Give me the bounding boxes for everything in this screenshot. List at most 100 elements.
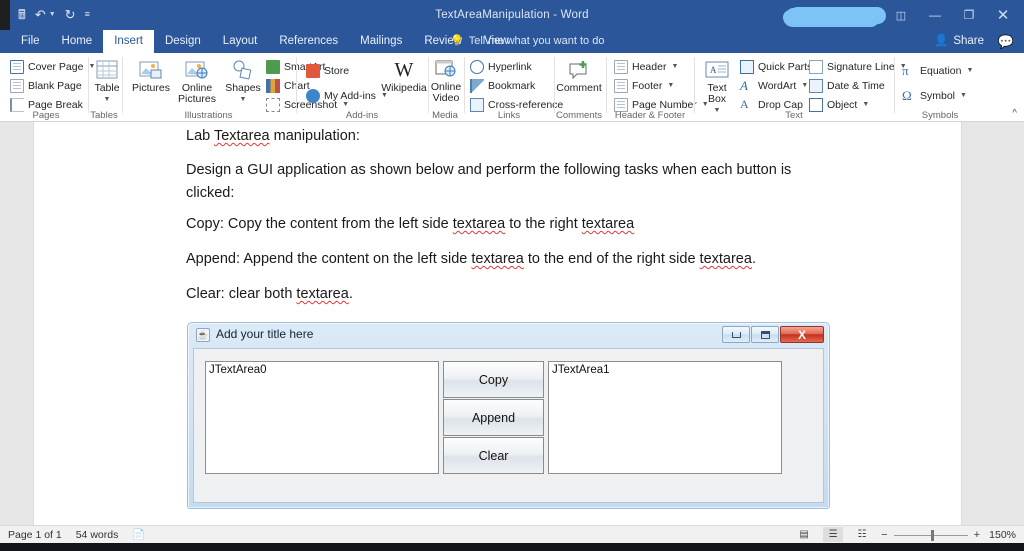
- shapes-icon: [231, 57, 255, 83]
- tab-home[interactable]: Home: [51, 30, 104, 53]
- signature-line-label: Signature Line: [827, 61, 895, 73]
- cover-page-label: Cover Page: [28, 61, 83, 73]
- group-separator: [606, 57, 607, 113]
- p5-c: .: [349, 286, 353, 302]
- tab-design[interactable]: Design: [154, 30, 212, 53]
- ribbon-group-label-addins: Add-ins: [300, 110, 424, 121]
- copy-button[interactable]: Copy: [443, 361, 544, 398]
- word-application-window: 🖩 ↶ ▼ ↻ ≡ TextAreaManipulation - Word ◫ …: [0, 0, 1024, 551]
- wikipedia-button[interactable]: W Wikipedia: [384, 57, 424, 94]
- tab-insert[interactable]: Insert: [103, 30, 154, 53]
- proofing-errors-icon[interactable]: 📄: [132, 528, 145, 541]
- pictures-icon: [139, 57, 163, 83]
- zoom-slider-thumb[interactable]: [931, 530, 934, 541]
- java-swing-window-image[interactable]: ☕ Add your title here X JTextArea0 Copy …: [187, 322, 830, 509]
- minimize-icon: [732, 332, 741, 338]
- view-read-mode-button[interactable]: ▤: [794, 527, 814, 542]
- page-indicator[interactable]: Page 1 of 1: [8, 529, 62, 541]
- bookmark-button[interactable]: Bookmark: [470, 77, 535, 94]
- tab-file[interactable]: File: [10, 30, 51, 53]
- windows-taskbar: [0, 543, 1024, 551]
- java-minimize-button[interactable]: [722, 326, 750, 343]
- my-addins-button[interactable]: My Add-ins ▼: [306, 87, 388, 104]
- signature-line-button[interactable]: Signature Line ▼: [809, 58, 907, 75]
- symbol-button[interactable]: Ω Symbol ▼: [902, 87, 967, 104]
- svg-text:A: A: [710, 65, 717, 75]
- header-icon: [614, 60, 628, 74]
- share-label: Share: [953, 30, 984, 53]
- header-button[interactable]: Header ▼: [614, 58, 678, 75]
- hyperlink-button[interactable]: Hyperlink: [470, 58, 532, 75]
- online-video-icon: [434, 56, 458, 82]
- group-separator: [554, 57, 555, 113]
- online-pictures-button[interactable]: Online Pictures: [174, 57, 220, 105]
- word-count[interactable]: 54 words: [76, 529, 119, 541]
- zoom-in-button[interactable]: +: [974, 529, 980, 541]
- close-button[interactable]: ✕: [986, 0, 1020, 30]
- view-print-layout-button[interactable]: ☰: [823, 527, 843, 542]
- comment-balloon-icon[interactable]: 💬: [998, 34, 1014, 50]
- p4-sp1: textarea: [471, 251, 523, 267]
- group-separator: [894, 57, 895, 113]
- tab-references[interactable]: References: [268, 30, 349, 53]
- store-button[interactable]: Store: [306, 62, 349, 79]
- comment-button[interactable]: Comment: [556, 57, 602, 94]
- paragraph-lab-title: Lab Textarea manipulation:: [186, 125, 826, 148]
- document-page[interactable]: Lab Textarea manipulation: Design a GUI …: [33, 122, 962, 525]
- comment-label: Comment: [556, 83, 602, 94]
- shapes-button[interactable]: Shapes ▼: [220, 57, 266, 105]
- clear-button[interactable]: Clear: [443, 437, 544, 474]
- p3-sp1: textarea: [453, 216, 505, 232]
- pictures-button[interactable]: Pictures: [128, 57, 174, 94]
- ribbon-group-tables: Table ▼ Tables: [90, 53, 118, 122]
- tab-mailings[interactable]: Mailings: [349, 30, 413, 53]
- page-number-label: Page Number: [632, 99, 697, 111]
- java-maximize-button[interactable]: [751, 326, 779, 343]
- wordart-label: WordArt: [758, 80, 796, 92]
- append-button[interactable]: Append: [443, 399, 544, 436]
- online-video-button[interactable]: Online Video: [423, 56, 469, 104]
- collapse-ribbon-icon[interactable]: ^: [1012, 108, 1017, 119]
- view-web-layout-button[interactable]: ☷: [852, 527, 872, 542]
- status-bar: Page 1 of 1 54 words 📄 ▤ ☰ ☷ − + 150%: [0, 525, 1024, 543]
- zoom-out-button[interactable]: −: [881, 529, 887, 541]
- tab-layout[interactable]: Layout: [212, 30, 269, 53]
- p3-sp2: textarea: [582, 216, 634, 232]
- footer-button[interactable]: Footer ▼: [614, 77, 674, 94]
- minimize-button[interactable]: —: [918, 0, 952, 30]
- p1-misspelled: Textarea: [214, 128, 270, 144]
- cover-page-icon: [10, 60, 24, 74]
- store-label: Store: [324, 65, 349, 77]
- cover-page-button[interactable]: Cover Page ▼: [10, 58, 95, 75]
- ribbon-group-addins: Store My Add-ins ▼ W Wikipedia Add-ins: [300, 53, 424, 122]
- p1-after: manipulation:: [270, 128, 360, 144]
- ribbon-group-header-footer: Header ▼ Footer ▼ Page Number ▼ Header &…: [608, 53, 692, 122]
- p3-a: Copy: Copy the content from the left sid…: [186, 216, 453, 232]
- chevron-down-icon: ▼: [671, 63, 678, 70]
- blank-page-button[interactable]: Blank Page: [10, 77, 82, 94]
- wordart-button[interactable]: A WordArt ▼: [740, 77, 808, 94]
- tell-me-search[interactable]: 💡 Tell me what you want to do: [450, 30, 604, 53]
- equation-pi-icon: π: [902, 64, 916, 78]
- java-close-button[interactable]: X: [780, 326, 824, 343]
- zoom-level-label[interactable]: 150%: [986, 529, 1016, 541]
- text-box-button[interactable]: A Text Box ▼: [700, 57, 734, 116]
- share-button[interactable]: 👤 Share: [934, 30, 984, 53]
- group-separator: [122, 57, 123, 113]
- table-button[interactable]: Table ▼: [84, 57, 130, 105]
- page-break-label: Page Break: [28, 99, 83, 111]
- group-separator: [464, 57, 465, 113]
- restore-button[interactable]: ❐: [952, 0, 986, 30]
- jtextarea-right[interactable]: JTextArea1: [548, 361, 782, 474]
- ribbon-display-options-icon[interactable]: ◫: [884, 0, 918, 30]
- equation-button[interactable]: π Equation ▼: [902, 62, 973, 79]
- date-time-button[interactable]: Date & Time: [809, 77, 885, 94]
- jtextarea-left[interactable]: JTextArea0: [205, 361, 439, 474]
- bookmark-flag-icon: [470, 79, 484, 93]
- chart-icon: [266, 79, 280, 93]
- zoom-slider[interactable]: [894, 529, 968, 541]
- symbol-omega-icon: Ω: [902, 89, 916, 103]
- equation-label: Equation: [920, 65, 961, 77]
- p5-a: Clear: clear both: [186, 286, 296, 302]
- wikipedia-icon: W: [395, 57, 414, 83]
